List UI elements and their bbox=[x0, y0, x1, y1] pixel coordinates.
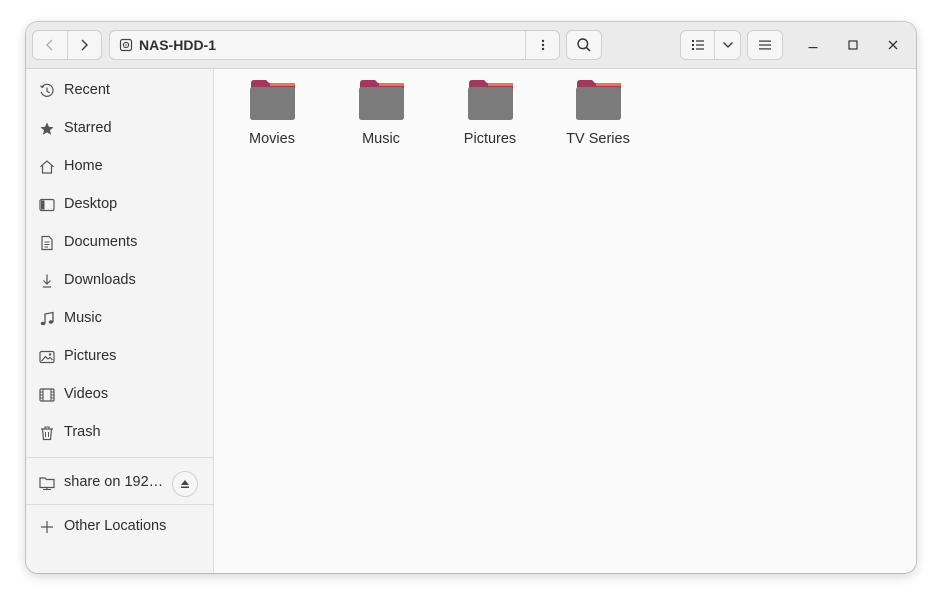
back-button[interactable] bbox=[33, 31, 67, 59]
sidebar-item-desktop[interactable]: Desktop bbox=[26, 186, 213, 224]
sidebar-item-videos[interactable]: Videos bbox=[26, 376, 213, 414]
sidebar-item-label: Recent bbox=[64, 82, 110, 98]
forward-button[interactable] bbox=[66, 31, 101, 59]
hamburger-menu-icon bbox=[759, 40, 771, 50]
sidebar-item-label: Home bbox=[64, 158, 103, 174]
sidebar-item-label: Downloads bbox=[64, 272, 136, 288]
sidebar-item-label: Desktop bbox=[64, 196, 118, 212]
folder-icon bbox=[575, 79, 622, 121]
plus-icon bbox=[39, 519, 55, 535]
sidebar-item-other-locations[interactable]: Other Locations bbox=[26, 508, 213, 546]
image-icon bbox=[39, 349, 55, 365]
sidebar-item-recent[interactable]: Recent bbox=[26, 72, 213, 110]
minimize-button[interactable] bbox=[802, 34, 824, 56]
sidebar-item-label: Trash bbox=[64, 424, 101, 440]
sidebar-item-label: Documents bbox=[64, 234, 138, 250]
network-folder-icon bbox=[39, 475, 55, 491]
download-icon bbox=[39, 273, 55, 289]
list-view-icon bbox=[691, 39, 705, 51]
sidebar-item-label: Videos bbox=[64, 386, 109, 402]
view-options-button[interactable] bbox=[714, 31, 740, 59]
close-icon bbox=[888, 40, 898, 50]
eject-button[interactable] bbox=[172, 471, 198, 497]
clock-icon bbox=[39, 83, 55, 99]
file-manager-window: NAS-HDD-1 Recent Starred Home Desktop Do… bbox=[26, 22, 916, 573]
path-crumb-label: NAS-HDD-1 bbox=[139, 37, 216, 53]
folder-label: TV Series bbox=[566, 131, 630, 147]
folder-label: Pictures bbox=[463, 131, 517, 147]
close-button[interactable] bbox=[882, 34, 904, 56]
chevron-right-icon bbox=[77, 38, 91, 52]
desktop-icon bbox=[39, 197, 55, 213]
chevron-left-icon bbox=[43, 38, 57, 52]
sidebar-item-label: share on 192… bbox=[64, 474, 164, 490]
sidebar-item-label: Starred bbox=[64, 120, 112, 136]
search-icon bbox=[576, 37, 592, 53]
home-icon bbox=[39, 159, 55, 175]
folder-label: Music bbox=[362, 131, 400, 147]
sidebar-item-home[interactable]: Home bbox=[26, 148, 213, 186]
sidebar: Recent Starred Home Desktop Documents Do… bbox=[26, 69, 214, 573]
folder-label: Movies bbox=[249, 131, 295, 147]
folder-item[interactable]: TV Series bbox=[550, 77, 646, 153]
document-icon bbox=[39, 235, 55, 251]
chevron-down-icon bbox=[722, 41, 734, 49]
header-bar: NAS-HDD-1 bbox=[26, 22, 916, 69]
sidebar-separator bbox=[26, 457, 213, 458]
folder-icon bbox=[358, 79, 405, 121]
eject-icon bbox=[180, 479, 190, 489]
maximize-button[interactable] bbox=[842, 34, 864, 56]
search-button[interactable] bbox=[566, 30, 602, 60]
main-menu-button[interactable] bbox=[747, 30, 783, 60]
sidebar-item-label: Other Locations bbox=[64, 518, 167, 534]
maximize-icon bbox=[848, 40, 858, 50]
view-buttons bbox=[680, 30, 741, 60]
list-view-button[interactable] bbox=[681, 31, 714, 59]
vertical-dots-icon bbox=[541, 38, 545, 52]
trash-icon bbox=[39, 425, 55, 441]
sidebar-item-trash[interactable]: Trash bbox=[26, 414, 213, 452]
film-icon bbox=[39, 387, 55, 403]
folder-icon bbox=[249, 79, 296, 121]
minimize-icon bbox=[808, 40, 818, 50]
sidebar-item-music[interactable]: Music bbox=[26, 300, 213, 338]
path-bar: NAS-HDD-1 bbox=[109, 30, 560, 60]
network-drive-icon bbox=[119, 38, 133, 52]
sidebar-item-starred[interactable]: Starred bbox=[26, 110, 213, 148]
star-icon bbox=[39, 121, 55, 137]
navigation-buttons bbox=[32, 30, 102, 60]
folder-item[interactable]: Movies bbox=[224, 77, 320, 153]
folder-icon bbox=[467, 79, 514, 121]
sidebar-item-pictures[interactable]: Pictures bbox=[26, 338, 213, 376]
sidebar-item-documents[interactable]: Documents bbox=[26, 224, 213, 262]
path-menu-button[interactable] bbox=[525, 31, 559, 59]
sidebar-separator bbox=[26, 504, 213, 505]
path-crumb-current[interactable]: NAS-HDD-1 bbox=[110, 31, 525, 59]
sidebar-item-label: Pictures bbox=[64, 348, 117, 364]
sidebar-item-network-share[interactable]: share on 192… bbox=[26, 462, 213, 504]
folder-item[interactable]: Pictures bbox=[442, 77, 538, 153]
sidebar-item-label: Music bbox=[64, 310, 102, 326]
file-view: Movies Music Pictures TV Series bbox=[214, 69, 916, 573]
sidebar-item-downloads[interactable]: Downloads bbox=[26, 262, 213, 300]
music-note-icon bbox=[39, 311, 55, 327]
folder-item[interactable]: Music bbox=[333, 77, 429, 153]
